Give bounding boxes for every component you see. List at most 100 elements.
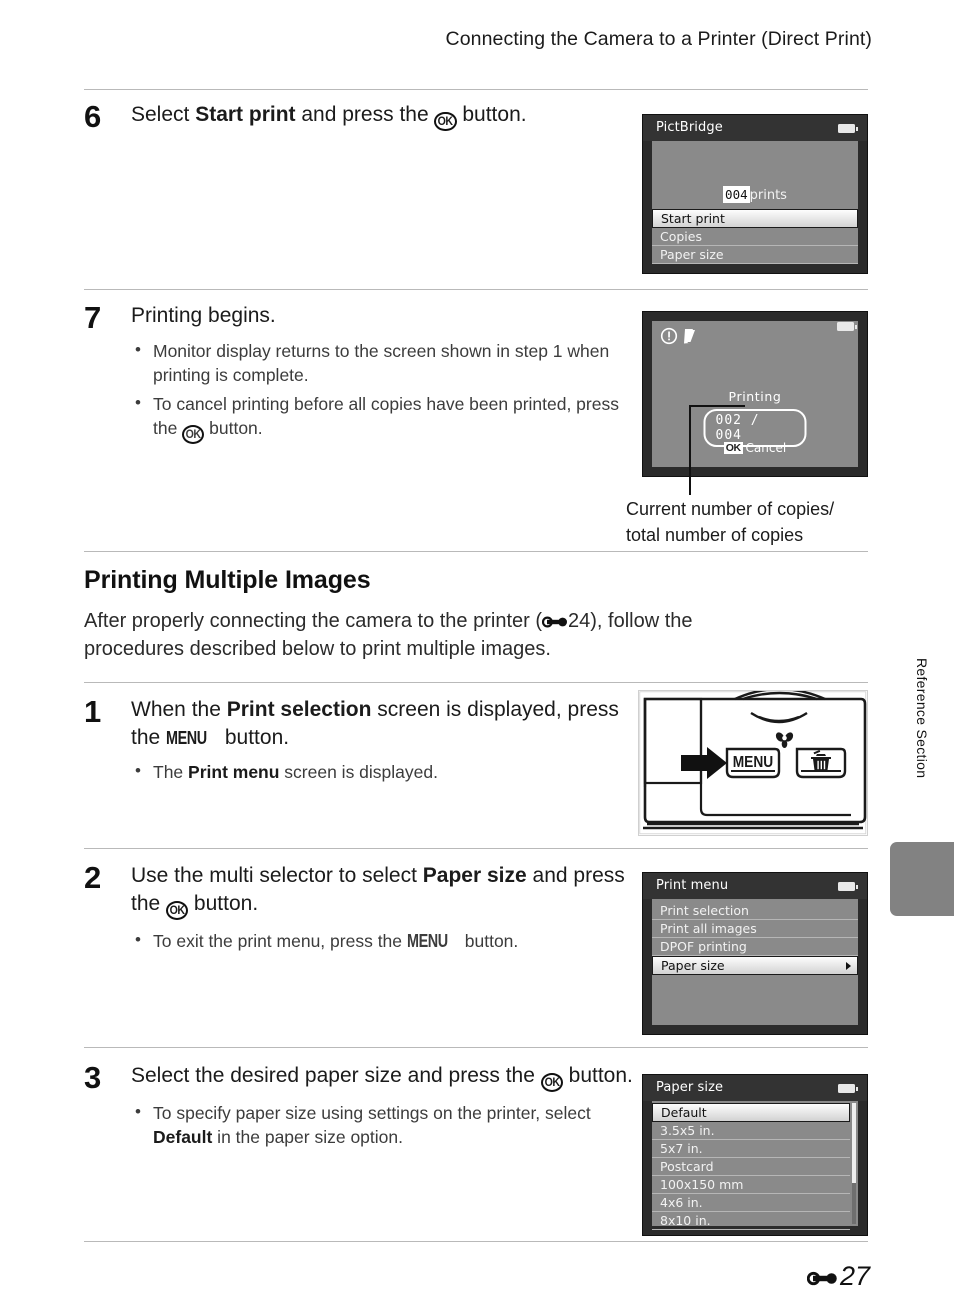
- side-section-label: Reference Section: [914, 658, 930, 779]
- menu-item-print-selection[interactable]: Print selection: [652, 902, 858, 920]
- step-2-bullet-a: To exit the print menu, press the: [153, 930, 407, 951]
- divider-step6-step7: [84, 289, 868, 290]
- battery-icon: [838, 1084, 858, 1093]
- step-7-title: Printing begins.: [131, 304, 276, 327]
- step-2-tail: button.: [188, 891, 259, 915]
- menu-item-paper-size-label: Paper size: [661, 958, 725, 973]
- step-3: 3 Select the desired paper size and pres…: [84, 1062, 644, 1154]
- divider-top: [84, 89, 868, 90]
- lcd-printing-screen: Printing 002 / 004 OK Cancel: [642, 311, 868, 477]
- step-2: 2 Use the multi selector to select Paper…: [84, 862, 644, 959]
- scrollbar-thumb[interactable]: [852, 1103, 856, 1183]
- ok-button-icon: OK: [540, 1073, 563, 1092]
- caption-line-2: total number of copies: [626, 525, 804, 546]
- step-2-bullets: To exit the print menu, press the MENU b…: [131, 928, 644, 954]
- section-intro-ref: 24: [568, 610, 591, 632]
- warning-and-shake-icons: [660, 327, 695, 345]
- menu-item-postcard[interactable]: Postcard: [652, 1158, 850, 1176]
- lcd-paper-size-title-text: Paper size: [656, 1080, 724, 1095]
- step-7-bullet-1: Monitor display returns to the screen sh…: [131, 338, 644, 387]
- menu-button-label: MENU: [733, 753, 773, 771]
- menu-item-dpof-printing[interactable]: DPOF printing: [652, 938, 858, 956]
- printing-status-icons: [660, 327, 706, 349]
- reference-section-icon: [806, 1269, 838, 1288]
- step-2-title: Use the multi selector to select Paper s…: [131, 862, 644, 920]
- menu-item-paper-size[interactable]: Paper size: [652, 246, 858, 264]
- cancel-label: Cancel: [745, 441, 787, 455]
- page-footer: 27: [806, 1261, 870, 1292]
- step-6: 6 Select Start print and press the OK bu…: [84, 99, 644, 134]
- step-3-number: 3: [84, 1060, 102, 1095]
- step-1-bullet-c: screen is displayed.: [279, 762, 438, 783]
- menu-button-icon: MENU: [166, 727, 207, 748]
- step-6-text-tail: button.: [456, 103, 527, 126]
- menu-item-3_5x5[interactable]: 3.5x5 in.: [652, 1122, 850, 1140]
- step-1-lead: When the: [131, 698, 227, 721]
- step-6-text-mid: and press the: [295, 103, 435, 126]
- step-1-title: When the Print selection screen is displ…: [131, 696, 644, 751]
- menu-item-print-all-images[interactable]: Print all images: [652, 920, 858, 938]
- menu-item-4x6[interactable]: 4x6 in.: [652, 1194, 850, 1212]
- menu-item-start-print[interactable]: Start print: [652, 209, 858, 228]
- divider-bottom: [84, 1241, 868, 1242]
- step-7-bullet-2: To cancel printing before all copies hav…: [131, 391, 644, 445]
- caption-line-1: Current number of copies/: [626, 499, 835, 519]
- ok-key-chip: OK: [723, 442, 743, 454]
- leader-horizontal: [689, 405, 745, 407]
- step-7: 7 Printing begins. Monitor display retur…: [84, 302, 644, 449]
- step-6-number: 6: [84, 99, 102, 134]
- step-1-number: 1: [84, 694, 102, 729]
- leader-vertical: [689, 405, 691, 495]
- lcd-pictbridge-rows: Start print Copies Paper size: [652, 209, 858, 264]
- battery-icon: [838, 882, 858, 891]
- lcd-paper-size-screen: Paper size Default 3.5x5 in. 5x7 in. Pos…: [642, 1074, 868, 1236]
- menu-item-8x10[interactable]: 8x10 in.: [652, 1212, 850, 1230]
- lcd-pictbridge-title: PictBridge: [643, 115, 867, 141]
- battery-icon: [838, 124, 858, 133]
- divider-step2-step3: [84, 1047, 868, 1048]
- manual-page: Connecting the Camera to a Printer (Dire…: [0, 0, 954, 1314]
- section-heading: Printing Multiple Images: [84, 566, 371, 594]
- lcd-paper-size-body: Default 3.5x5 in. 5x7 in. Postcard 100x1…: [652, 1101, 858, 1230]
- lcd-print-menu-title-text: Print menu: [656, 878, 729, 893]
- step-2-bullet-1: To exit the print menu, press the MENU b…: [131, 928, 644, 954]
- divider-step1-step2: [84, 848, 868, 849]
- lcd-pictbridge-title-text: PictBridge: [656, 120, 723, 135]
- step-6-title: Select Start print and press the OK butt…: [131, 101, 644, 131]
- step-3-title: Select the desired paper size and press …: [131, 1062, 644, 1092]
- ok-button-icon: OK: [182, 425, 205, 445]
- step-1-bullets: The Print menu screen is displayed.: [131, 759, 644, 784]
- prints-count-value: 004: [723, 186, 750, 203]
- menu-item-paper-size[interactable]: Paper size: [652, 956, 858, 975]
- divider-step7-section: [84, 551, 868, 552]
- menu-item-100x150[interactable]: 100x150 mm: [652, 1176, 850, 1194]
- step-3-bullet-c: in the paper size option.: [212, 1127, 403, 1148]
- menu-item-default[interactable]: Default: [652, 1103, 850, 1122]
- step-7-bullets: Monitor display returns to the screen sh…: [131, 338, 644, 445]
- step-1-bullet-bold: Print menu: [188, 762, 280, 783]
- step-2-lead: Use the multi selector to select: [131, 864, 423, 887]
- printing-cancel-hint[interactable]: OK Cancel: [652, 441, 858, 455]
- side-thumb-tab: [890, 842, 954, 916]
- lcd-print-menu-title: Print menu: [643, 873, 867, 899]
- step-2-bullet-b: button.: [459, 930, 519, 951]
- camera-back-illustration: MENU: [638, 687, 868, 836]
- lcd-print-menu-body: Print selection Print all images DPOF pr…: [652, 899, 858, 1025]
- menu-button-icon: MENU: [406, 930, 448, 951]
- section-intro-text: After properly connecting the camera to …: [84, 607, 784, 664]
- step-6-bold-start-print: Start print: [195, 103, 296, 126]
- step-3-bullet-a: To specify paper size using settings on …: [153, 1103, 591, 1123]
- printing-counter-caption: Current number of copies/ total number o…: [626, 496, 906, 548]
- menu-item-5x7[interactable]: 5x7 in.: [652, 1140, 850, 1158]
- step-1: 1 When the Print selection screen is dis…: [84, 696, 644, 790]
- reference-section-icon: [542, 614, 568, 630]
- step-3-lead: Select the desired paper size and press …: [131, 1064, 541, 1087]
- step-1-bullet-1: The Print menu screen is displayed.: [131, 759, 644, 784]
- step-7-bullet-2-tail: button.: [204, 418, 263, 439]
- lcd-paper-size-title: Paper size: [643, 1075, 867, 1101]
- ok-button-icon: OK: [166, 900, 189, 920]
- chevron-right-icon: [846, 961, 851, 970]
- menu-item-copies[interactable]: Copies: [652, 228, 858, 246]
- ok-button-icon: OK: [434, 112, 457, 131]
- step-7-number: 7: [84, 300, 102, 335]
